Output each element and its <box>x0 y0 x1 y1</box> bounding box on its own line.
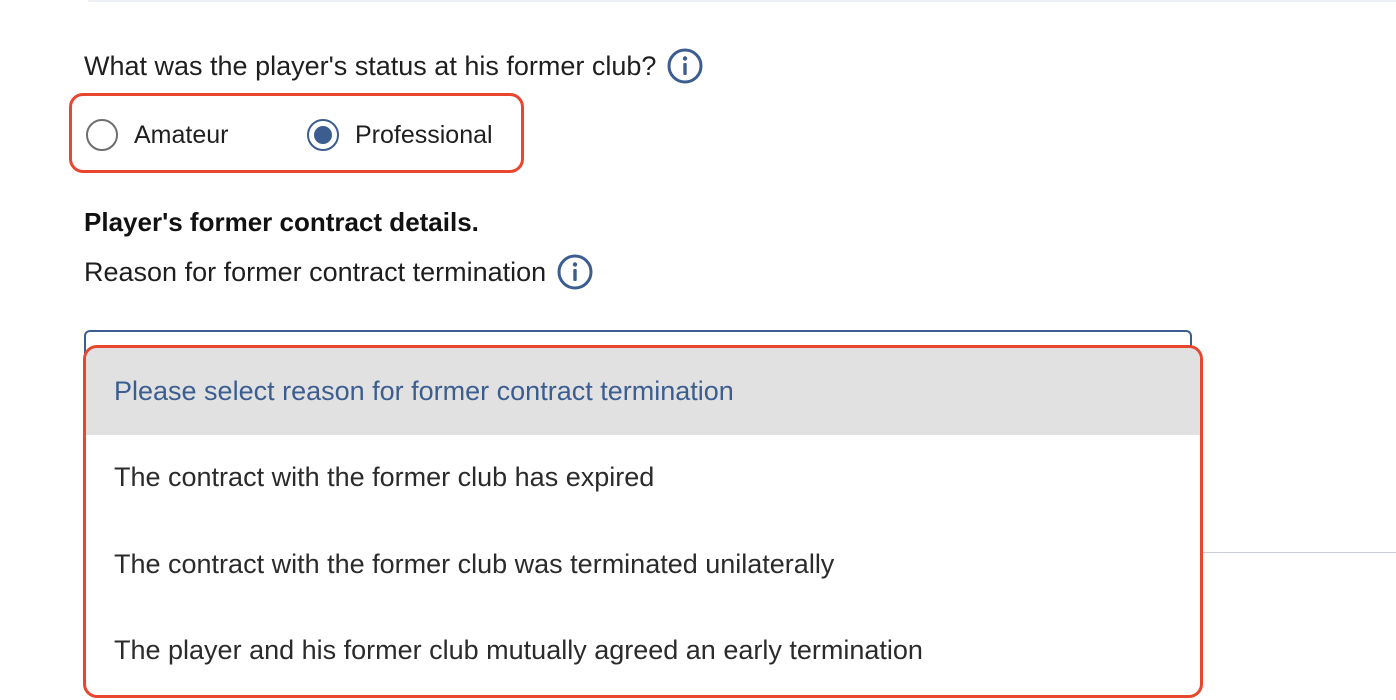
termination-field-label: Reason for former contract termination <box>84 252 594 292</box>
info-icon[interactable] <box>666 47 704 85</box>
dropdown-option-mutual[interactable]: The player and his former club mutually … <box>86 608 1200 695</box>
radio-button-selected[interactable] <box>307 119 339 151</box>
divider <box>88 0 1396 2</box>
divider <box>1200 552 1396 553</box>
radio-professional[interactable]: Professional <box>307 118 493 152</box>
status-question: What was the player's status at his form… <box>84 46 704 86</box>
termination-reason-dropdown: Please select reason for former contract… <box>83 345 1203 698</box>
status-question-text: What was the player's status at his form… <box>84 51 657 81</box>
section-title: Player's former contract details. <box>84 207 479 237</box>
radio-button[interactable] <box>86 119 118 151</box>
radio-label: Amateur <box>134 121 229 149</box>
form-page: What was the player's status at his form… <box>0 0 1396 700</box>
dropdown-option-expired[interactable]: The contract with the former club has ex… <box>86 435 1200 522</box>
termination-label-text: Reason for former contract termination <box>84 257 547 287</box>
info-icon[interactable] <box>556 253 594 291</box>
radio-amateur[interactable]: Amateur <box>86 118 228 152</box>
radio-label: Professional <box>355 121 493 149</box>
dropdown-option-unilateral[interactable]: The contract with the former club was te… <box>86 521 1200 608</box>
dropdown-option-placeholder[interactable]: Please select reason for former contract… <box>86 348 1200 435</box>
status-radio-group: Amateur Professional <box>69 93 524 173</box>
